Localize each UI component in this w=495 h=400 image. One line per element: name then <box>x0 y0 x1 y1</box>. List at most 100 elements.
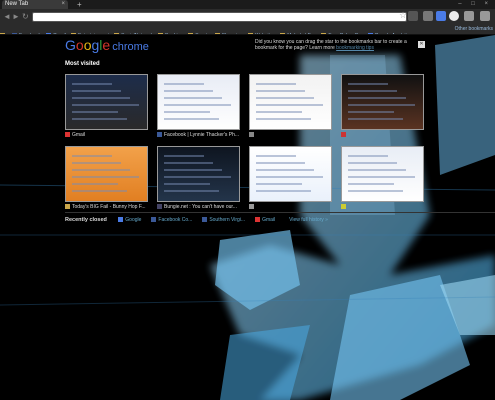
bookmarks-bar: FacebookGmailEntertainmentSocialNetworkB… <box>0 24 495 35</box>
thumbnail-content <box>256 183 302 185</box>
favicon-icon <box>65 204 70 210</box>
tip-close-button[interactable]: ✕ <box>418 41 425 48</box>
google-chrome-logo: Google chrome <box>65 37 149 53</box>
omnibox[interactable] <box>32 12 407 29</box>
extension-icon[interactable] <box>436 11 446 21</box>
favicon-icon <box>341 132 346 138</box>
most-visited-thumbnail[interactable] <box>249 146 332 202</box>
thumbnail-content <box>164 169 222 171</box>
thumbnail-content <box>164 155 204 157</box>
thumbnail-caption[interactable] <box>249 132 337 138</box>
thumbnail-content <box>72 190 127 192</box>
recently-closed-item[interactable]: Gmail <box>255 217 275 223</box>
thumbnail-content <box>348 190 403 192</box>
most-visited-thumbnail[interactable] <box>65 74 148 130</box>
thumbnail-content <box>164 90 213 92</box>
tip-link[interactable]: bookmarking tips <box>336 45 374 51</box>
favicon-icon <box>249 204 254 210</box>
favicon-icon <box>202 217 208 223</box>
thumbnail-content <box>348 104 415 106</box>
window-controls[interactable]: – □ × <box>458 0 492 9</box>
page-menu-icon[interactable] <box>464 11 474 21</box>
thumbnail-caption[interactable] <box>341 204 429 210</box>
tab-close-icon[interactable]: × <box>61 0 65 9</box>
thumbnail-content <box>348 169 406 171</box>
extension-icon[interactable] <box>449 11 459 21</box>
thumbnail-content <box>256 169 314 171</box>
thumbnail-content <box>256 97 314 99</box>
tab-title: New Tab <box>5 1 29 7</box>
most-visited-thumbnail[interactable] <box>157 146 240 202</box>
recently-closed-item[interactable]: Southern Virgi... <box>202 217 245 223</box>
thumbnail-content <box>72 183 118 185</box>
recently-closed-label-text: Southern Virgi... <box>209 217 246 223</box>
thumbnail-content <box>256 90 305 92</box>
recently-closed-label: Recently closed <box>65 217 107 223</box>
tab-new-tab[interactable]: New Tab × <box>2 0 68 9</box>
view-full-history-link[interactable]: View full history » <box>289 217 328 223</box>
thumbnail-caption[interactable] <box>341 132 429 138</box>
extension-icon[interactable] <box>423 11 433 21</box>
thumbnail-content <box>72 176 139 178</box>
thumbnail-caption[interactable]: Bungie.net : You can't have our... <box>157 204 245 210</box>
tip-message: Did you know you can drag the star to th… <box>255 39 415 51</box>
back-button[interactable]: ◄ <box>3 11 11 22</box>
new-tab-page: Google chrome Did you know you can drag t… <box>0 35 495 400</box>
thumbnail-content <box>348 118 403 120</box>
toolbar: ◄ ► ↻ ☆ <box>0 9 495 29</box>
most-visited-title: Most visited <box>65 61 100 67</box>
caption-text: Facebook | Lynnie Thacker's Ph... <box>164 132 240 138</box>
extension-icon[interactable] <box>408 11 418 21</box>
favicon-icon <box>255 217 261 223</box>
thumbnail-content <box>164 111 210 113</box>
thumbnail-content <box>164 104 231 106</box>
most-visited-thumbnail[interactable] <box>341 146 424 202</box>
thumbnail-content <box>348 83 388 85</box>
recently-closed-label-text: Facebook Co... <box>158 217 193 223</box>
recently-closed-item[interactable]: Facebook Co... <box>151 217 192 223</box>
most-visited-thumbnail[interactable] <box>249 74 332 130</box>
thumbnail-content <box>256 104 323 106</box>
favicon-icon <box>151 217 157 223</box>
forward-button[interactable]: ► <box>12 11 20 22</box>
wrench-menu-icon[interactable] <box>480 11 490 21</box>
thumbnail-content <box>256 190 311 192</box>
thumbnail-caption[interactable]: Gmail <box>65 132 153 138</box>
reload-button[interactable]: ↻ <box>22 11 29 22</box>
favicon-icon <box>157 204 162 210</box>
thumbnail-caption[interactable]: Today's BIG Fail - Bunny Hop F... <box>65 204 153 210</box>
new-tab-button[interactable]: + <box>77 0 82 9</box>
caption-text: Gmail <box>72 132 86 138</box>
most-visited-thumbnail[interactable] <box>157 74 240 130</box>
thumbnail-content <box>256 176 323 178</box>
thumbnail-content <box>72 162 121 164</box>
thumbnail-content <box>348 111 394 113</box>
recently-closed-label-text: Gmail <box>262 217 276 223</box>
thumbnail-caption[interactable] <box>249 204 337 210</box>
thumbnail-content <box>256 162 305 164</box>
thumbnail-content <box>72 90 121 92</box>
recently-closed-label-text: Google <box>125 217 142 223</box>
thumbnail-content <box>348 176 415 178</box>
caption-text: Today's BIG Fail - Bunny Hop F... <box>72 204 146 210</box>
thumbnail-caption[interactable]: Facebook | Lynnie Thacker's Ph... <box>157 132 245 138</box>
thumbnail-content <box>72 83 112 85</box>
other-bookmarks[interactable]: Other bookmarks <box>451 24 493 34</box>
title-bar: New Tab × + – □ × <box>0 0 495 9</box>
bookmark-star-icon[interactable]: ☆ <box>399 10 407 21</box>
recently-closed-bar: Recently closed Google Facebook Co... Sout… <box>65 217 495 227</box>
thumbnail-content <box>164 190 219 192</box>
thumbnail-content <box>72 118 127 120</box>
thumbnail-content <box>348 183 394 185</box>
caption-text: Bungie.net : You can't have our... <box>164 204 237 210</box>
thumbnail-content <box>256 111 302 113</box>
thumbnail-content <box>72 104 139 106</box>
favicon-icon <box>249 132 254 138</box>
thumbnail-content <box>72 97 130 99</box>
divider <box>65 212 495 213</box>
recently-closed-item[interactable]: Google <box>118 217 141 223</box>
favicon-icon <box>157 132 162 138</box>
most-visited-thumbnail[interactable] <box>65 146 148 202</box>
most-visited-thumbnail[interactable] <box>341 74 424 130</box>
thumbnail-content <box>348 155 388 157</box>
